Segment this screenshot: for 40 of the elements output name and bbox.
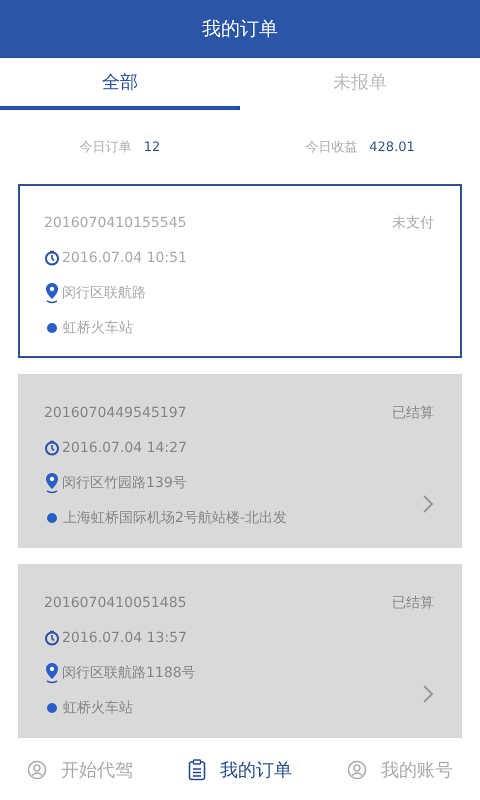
user-icon bbox=[27, 760, 47, 780]
order-card[interactable]: 2016070410051485 已结算 2016.07.04 13:57 闵行区联航路1188号 虹桥火车站 bbox=[18, 564, 462, 738]
destination-dot-icon bbox=[47, 703, 57, 713]
destination-dot-icon bbox=[47, 323, 57, 333]
order-card[interactable]: 2016070449545197 已结算 2016.07.04 14:27 闵行区竹园路139号 上海虹桥国际机场2号航站楼-北出发 bbox=[18, 374, 462, 548]
order-time: 2016.07.04 14:27 bbox=[62, 440, 187, 456]
clock-icon bbox=[44, 250, 60, 266]
location-pin-icon bbox=[44, 662, 60, 684]
location-pin-icon bbox=[44, 282, 60, 304]
stat-value: 428.01 bbox=[369, 140, 415, 154]
order-status: 已结算 bbox=[392, 404, 434, 422]
order-status: 未支付 bbox=[392, 214, 434, 232]
order-number: 2016070410051485 bbox=[44, 595, 188, 611]
destination-address: 上海虹桥国际机场2号航站楼-北出发 bbox=[63, 509, 287, 527]
stat-value: 12 bbox=[144, 140, 160, 154]
order-number: 2016070449545197 bbox=[44, 405, 188, 421]
order-status: 已结算 bbox=[392, 594, 434, 612]
pickup-address: 闵行区联航路1188号 bbox=[62, 664, 196, 682]
stat-label: 今日收益 bbox=[305, 139, 358, 156]
order-time: 2016.07.04 10:51 bbox=[62, 250, 187, 266]
order-number: 2016070410155545 bbox=[44, 215, 188, 231]
nav-item[interactable]: 开始代驾 bbox=[0, 758, 160, 782]
user-icon bbox=[347, 760, 367, 780]
destination-dot-icon bbox=[47, 513, 57, 523]
tab[interactable]: 未报单 bbox=[240, 58, 480, 110]
nav-item[interactable]: 我的订单 bbox=[160, 758, 320, 782]
nav-item[interactable]: 我的账号 bbox=[320, 758, 480, 782]
tab[interactable]: 全部 bbox=[0, 58, 240, 110]
stat-label: 今日订单 bbox=[80, 139, 132, 156]
destination-address: 虹桥火车站 bbox=[63, 319, 133, 337]
order-time: 2016.07.04 13:57 bbox=[62, 630, 187, 646]
order-card[interactable]: 2016070410155545 未支付 2016.07.04 10:51 闵行区联航路 虹桥火车站 bbox=[18, 184, 462, 358]
location-pin-icon bbox=[44, 472, 60, 494]
destination-address: 虹桥火车站 bbox=[63, 699, 133, 717]
clock-icon bbox=[44, 630, 60, 646]
clipboard-icon bbox=[188, 759, 206, 781]
clock-icon bbox=[44, 440, 60, 456]
pickup-address: 闵行区联航路 bbox=[62, 284, 146, 302]
page-title: 我的订单 bbox=[202, 17, 278, 42]
pickup-address: 闵行区竹园路139号 bbox=[62, 474, 187, 492]
